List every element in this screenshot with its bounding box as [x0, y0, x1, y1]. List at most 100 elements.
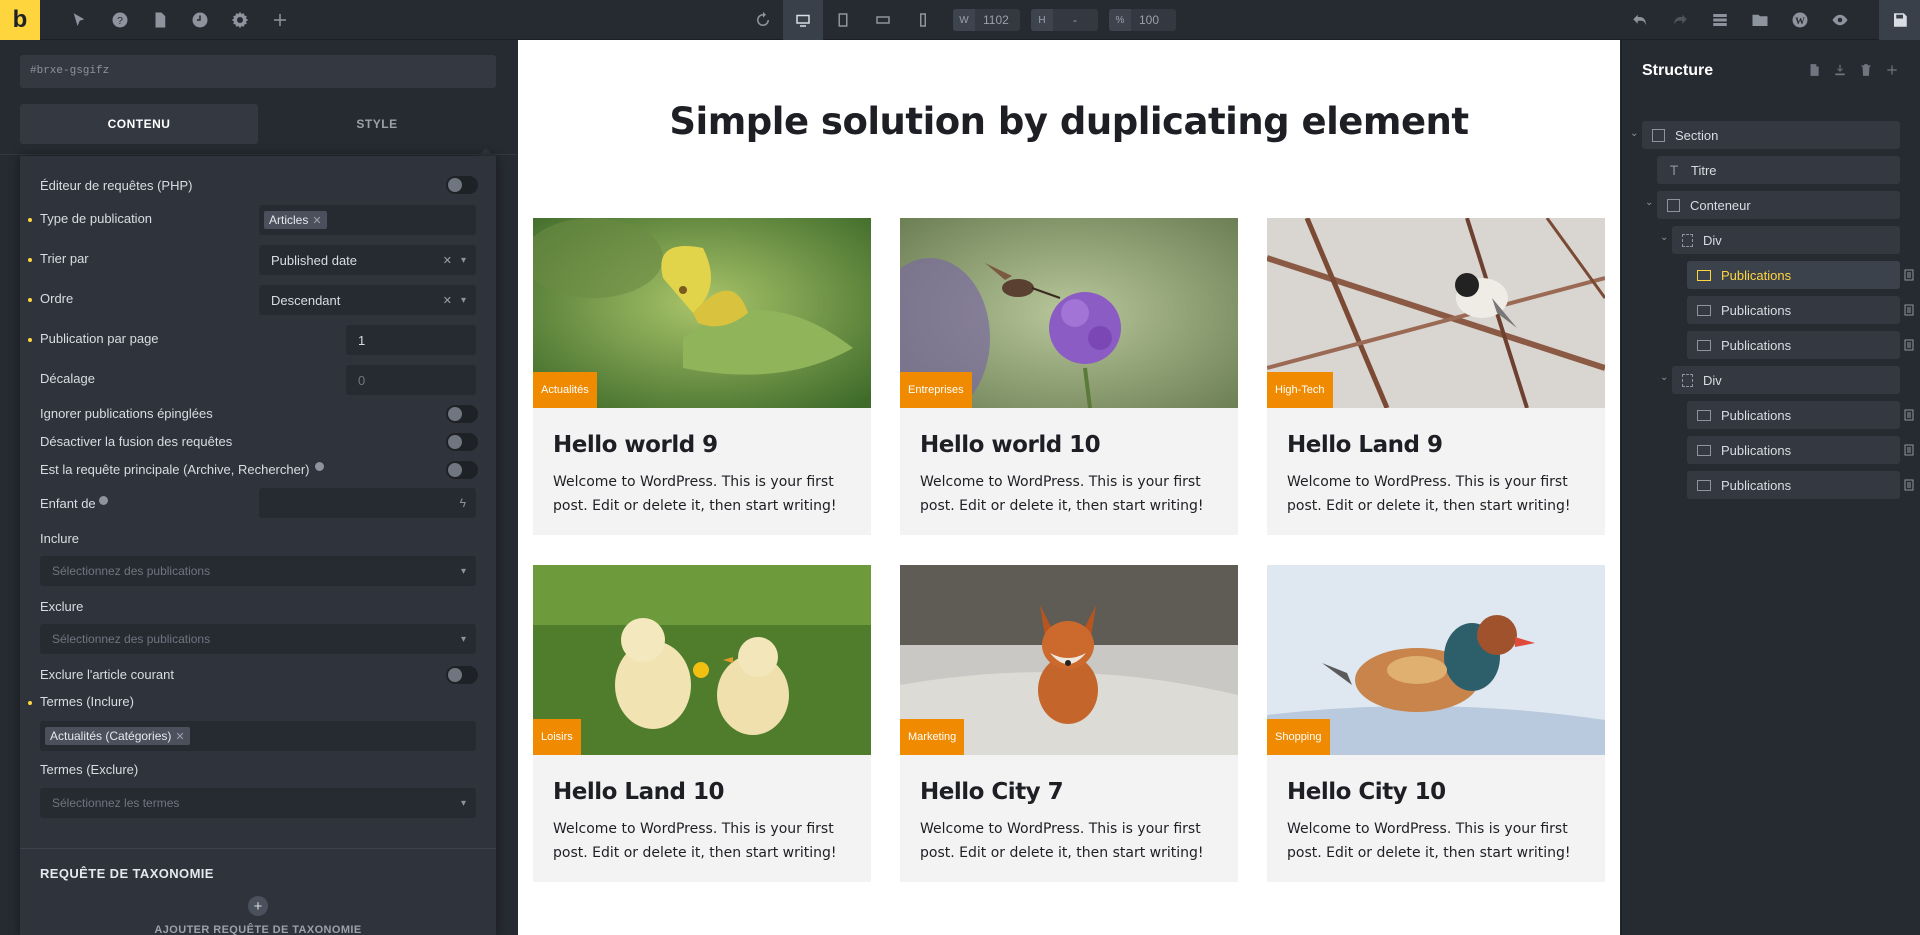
post-card[interactable]: Entreprises Hello world 10 Welcome to Wo…: [900, 218, 1238, 535]
loop-icon[interactable]: [1904, 269, 1914, 281]
category-badge[interactable]: Entreprises: [900, 372, 972, 408]
post-type-select[interactable]: Articles ✕: [259, 205, 476, 235]
undo-icon[interactable]: [1628, 8, 1652, 32]
add-taxonomy-button[interactable]: AJOUTER REQUÊTE DE TAXONOMIE: [20, 924, 496, 935]
post-title[interactable]: Hello Land 10: [553, 779, 724, 805]
tree-node-section[interactable]: Section: [1642, 121, 1900, 149]
tree-node-publications[interactable]: Publications: [1687, 436, 1900, 464]
tree-node-publications[interactable]: Publications: [1687, 401, 1900, 429]
dynamic-data-bolt-icon[interactable]: ϟ: [460, 496, 466, 510]
post-title[interactable]: Hello Land 9: [1287, 432, 1443, 458]
folder-icon[interactable]: [1748, 8, 1772, 32]
desktop-breakpoint-icon[interactable]: [783, 0, 823, 40]
disable-merge-toggle[interactable]: [446, 433, 478, 451]
category-badge[interactable]: Shopping: [1267, 719, 1330, 755]
post-title[interactable]: Hello City 10: [1287, 779, 1446, 805]
post-card[interactable]: Shopping Hello City 10 Welcome to WordPr…: [1267, 565, 1605, 882]
per-page-input[interactable]: 1: [346, 325, 476, 355]
tab-contenu[interactable]: CONTENU: [20, 104, 258, 144]
refresh-icon[interactable]: [751, 8, 775, 32]
main-query-toggle[interactable]: [446, 461, 478, 479]
include-select[interactable]: Sélectionnez des publications ▾: [40, 556, 476, 586]
loop-icon[interactable]: [1904, 304, 1914, 316]
tree-node-publications[interactable]: Publications: [1687, 331, 1900, 359]
loop-icon[interactable]: [1904, 339, 1914, 351]
exclude-current-toggle[interactable]: [446, 666, 478, 684]
tree-node-div[interactable]: Div: [1672, 366, 1900, 394]
loop-icon[interactable]: [1904, 444, 1914, 456]
loop-icon[interactable]: [1904, 479, 1914, 491]
post-card[interactable]: High-Tech Hello Land 9 Welcome to WordPr…: [1267, 218, 1605, 535]
info-icon[interactable]: [98, 496, 108, 505]
add-icon[interactable]: [1884, 62, 1900, 78]
remove-chip-icon[interactable]: ✕: [312, 215, 321, 227]
redo-icon[interactable]: [1668, 8, 1692, 32]
help-icon[interactable]: ?: [108, 8, 132, 32]
category-badge[interactable]: High-Tech: [1267, 372, 1333, 408]
caret-down-icon[interactable]: ⌄: [1660, 232, 1668, 243]
post-card[interactable]: Loisirs Hello Land 10 Welcome to WordPre…: [533, 565, 871, 882]
post-title[interactable]: Hello world 9: [553, 432, 718, 458]
cursor-icon[interactable]: [67, 8, 91, 32]
php-editor-toggle[interactable]: [446, 176, 478, 194]
offset-label: Décalage: [40, 371, 95, 386]
layers-icon[interactable]: [1708, 8, 1732, 32]
add-icon[interactable]: [268, 8, 292, 32]
post-card[interactable]: Marketing Hello City 7 Welcome to WordPr…: [900, 565, 1238, 882]
posts-icon: [1697, 479, 1711, 491]
height-field[interactable]: H -: [1031, 9, 1098, 31]
post-title[interactable]: Hello world 10: [920, 432, 1101, 458]
bricks-logo[interactable]: b: [0, 0, 40, 40]
wordpress-icon[interactable]: W: [1788, 8, 1812, 32]
tree-node-publications[interactable]: Publications: [1687, 471, 1900, 499]
query-popup: Éditeur de requêtes (PHP) Type de public…: [20, 156, 496, 935]
pages-icon[interactable]: [148, 8, 172, 32]
clear-icon[interactable]: ✕: [443, 254, 452, 267]
add-taxonomy-plus-icon[interactable]: +: [248, 896, 268, 916]
clear-icon[interactable]: ✕: [443, 294, 452, 307]
offset-input[interactable]: 0: [346, 365, 476, 395]
caret-down-icon[interactable]: ⌄: [1660, 372, 1668, 383]
post-title[interactable]: Hello City 7: [920, 779, 1064, 805]
tree-node-conteneur[interactable]: Conteneur: [1657, 191, 1900, 219]
ignore-sticky-toggle[interactable]: [446, 405, 478, 423]
width-field[interactable]: W 1102: [953, 9, 1020, 31]
settings-gear-icon[interactable]: [228, 8, 252, 32]
exclude-select[interactable]: Sélectionnez des publications ▾: [40, 624, 476, 654]
trash-icon[interactable]: [1858, 62, 1874, 78]
tree-node-div[interactable]: Div: [1672, 226, 1900, 254]
loop-icon[interactable]: [1904, 409, 1914, 421]
caret-down-icon[interactable]: ⌄: [1645, 197, 1653, 208]
terms-include-select[interactable]: Actualités (Catégories) ✕: [40, 721, 476, 751]
post-type-chip[interactable]: Articles ✕: [264, 211, 327, 229]
category-badge[interactable]: Loisirs: [533, 719, 581, 755]
exclude-placeholder: Sélectionnez des publications: [52, 632, 211, 646]
tablet-portrait-icon[interactable]: [871, 8, 895, 32]
tab-style[interactable]: STYLE: [258, 104, 496, 144]
caret-down-icon[interactable]: ⌄: [1630, 128, 1638, 139]
zoom-field[interactable]: % 100: [1109, 9, 1176, 31]
order-by-select[interactable]: Published date ✕ ▾: [259, 245, 476, 275]
save-icon[interactable]: [1879, 0, 1920, 40]
child-of-input[interactable]: ϟ: [259, 488, 476, 518]
category-badge[interactable]: Marketing: [900, 719, 965, 755]
tree-node-publications[interactable]: Publications: [1687, 296, 1900, 324]
copy-icon[interactable]: [1806, 62, 1822, 78]
page-title[interactable]: Simple solution by duplicating element: [518, 100, 1620, 143]
structure-actions: [1806, 62, 1900, 78]
post-card[interactable]: Actualités Hello world 9 Welcome to Word…: [533, 218, 871, 535]
order-select[interactable]: Descendant ✕ ▾: [259, 285, 476, 315]
terms-exclude-select[interactable]: Sélectionnez les termes ▾: [40, 788, 476, 818]
element-id-field[interactable]: #brxe-gsgifz: [20, 55, 496, 88]
category-badge[interactable]: Actualités: [533, 372, 597, 408]
mobile-icon[interactable]: [911, 8, 935, 32]
tablet-landscape-icon[interactable]: [831, 8, 855, 32]
remove-chip-icon[interactable]: ✕: [175, 731, 184, 743]
history-icon[interactable]: [188, 8, 212, 32]
info-icon[interactable]: [314, 462, 324, 471]
tree-node-titre[interactable]: T Titre: [1657, 156, 1900, 184]
download-icon[interactable]: [1832, 62, 1848, 78]
terms-chip[interactable]: Actualités (Catégories) ✕: [45, 727, 190, 745]
tree-node-publications[interactable]: Publications: [1687, 261, 1900, 289]
preview-eye-icon[interactable]: [1828, 8, 1852, 32]
